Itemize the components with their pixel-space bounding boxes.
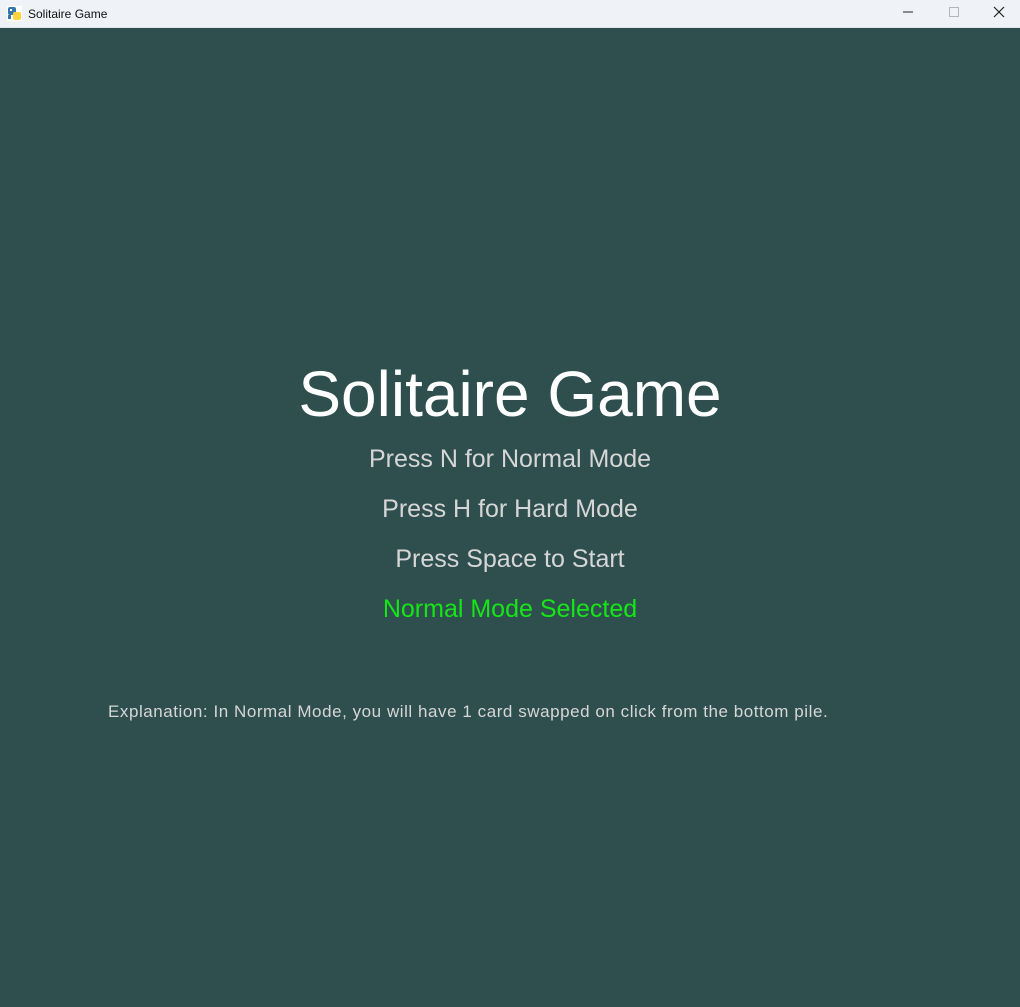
- maximize-button[interactable]: [931, 0, 977, 28]
- maximize-icon: [948, 5, 960, 23]
- minimize-icon: [902, 5, 914, 23]
- selected-mode-status: Normal Mode Selected: [382, 595, 638, 623]
- app-window: Solitaire Game Solitaire Game Press N fo…: [0, 0, 1020, 1007]
- close-button[interactable]: [976, 0, 1020, 28]
- game-canvas[interactable]: Solitaire Game Press N for Normal Mode P…: [0, 28, 1020, 1007]
- normal-mode-instruction: Press N for Normal Mode: [368, 445, 652, 473]
- mode-explanation: Explanation: In Normal Mode, you will ha…: [108, 702, 829, 721]
- close-icon: [993, 5, 1005, 23]
- minimize-button[interactable]: [885, 0, 931, 28]
- game-title: Solitaire Game: [298, 358, 722, 430]
- title-bar[interactable]: Solitaire Game: [0, 0, 1020, 28]
- hard-mode-instruction: Press H for Hard Mode: [382, 495, 638, 523]
- window-title: Solitaire Game: [28, 7, 108, 21]
- start-instruction: Press Space to Start: [395, 545, 625, 573]
- python-icon: [7, 6, 22, 21]
